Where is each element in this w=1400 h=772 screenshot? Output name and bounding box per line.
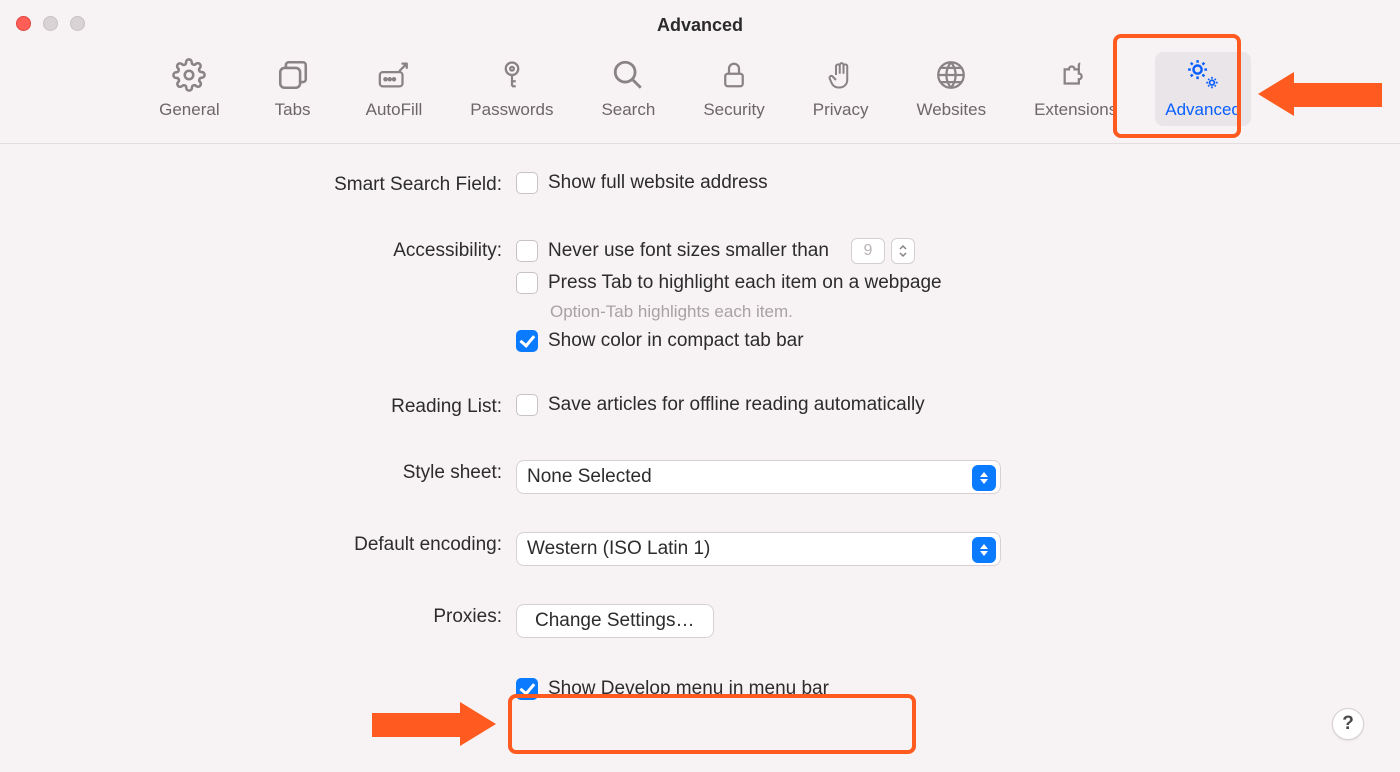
show-develop-menu-checkbox[interactable] <box>516 678 538 700</box>
autofill-icon <box>375 56 413 94</box>
help-icon: ? <box>1342 713 1354 735</box>
preferences-toolbar: General Tabs AutoFill Passwords Search S… <box>0 44 1400 144</box>
key-icon <box>493 56 531 94</box>
save-offline-checkbox[interactable] <box>516 394 538 416</box>
show-color-label: Show color in compact tab bar <box>548 330 804 352</box>
tab-search[interactable]: Search <box>591 52 665 126</box>
search-icon <box>609 56 647 94</box>
tab-label: General <box>159 100 219 120</box>
globe-icon <box>932 56 970 94</box>
tab-privacy[interactable]: Privacy <box>803 52 879 126</box>
tab-label: Advanced <box>1165 100 1241 120</box>
titlebar: Advanced <box>0 0 1400 44</box>
default-encoding-row: Default encoding: Western (ISO Latin 1) <box>0 532 1400 566</box>
tab-general[interactable]: General <box>149 52 229 126</box>
hand-icon <box>822 56 860 94</box>
accessibility-row: Accessibility: Never use font sizes smal… <box>0 238 1400 352</box>
tab-label: Extensions <box>1034 100 1117 120</box>
style-sheet-row: Style sheet: None Selected <box>0 460 1400 494</box>
maximize-window-button[interactable] <box>70 16 85 31</box>
gear-icon <box>170 56 208 94</box>
develop-spacer <box>0 674 516 676</box>
tab-label: Security <box>703 100 764 120</box>
reading-list-row: Reading List: Save articles for offline … <box>0 394 1400 418</box>
press-tab-label: Press Tab to highlight each item on a we… <box>548 272 942 294</box>
proxies-label: Proxies: <box>0 604 516 628</box>
help-button[interactable]: ? <box>1332 708 1364 740</box>
lock-icon <box>715 56 753 94</box>
show-full-address-checkbox[interactable] <box>516 172 538 194</box>
window-controls <box>16 16 85 31</box>
chevron-updown-icon <box>972 465 996 491</box>
accessibility-label: Accessibility: <box>0 238 516 262</box>
develop-row: Show Develop menu in menu bar <box>0 674 1400 704</box>
tab-advanced[interactable]: Advanced <box>1155 52 1251 126</box>
tab-tabs[interactable]: Tabs <box>258 52 328 126</box>
tab-label: AutoFill <box>366 100 423 120</box>
show-color-checkbox[interactable] <box>516 330 538 352</box>
proxies-row: Proxies: Change Settings… <box>0 604 1400 638</box>
annotation-arrow-develop <box>372 700 502 750</box>
tab-label: Search <box>601 100 655 120</box>
tab-label: Websites <box>916 100 986 120</box>
tab-label: Passwords <box>470 100 553 120</box>
close-window-button[interactable] <box>16 16 31 31</box>
tab-autofill[interactable]: AutoFill <box>356 52 433 126</box>
style-sheet-select[interactable]: None Selected <box>516 460 1001 494</box>
save-offline-label: Save articles for offline reading automa… <box>548 394 925 416</box>
tab-security[interactable]: Security <box>693 52 774 126</box>
press-tab-checkbox[interactable] <box>516 272 538 294</box>
default-encoding-value: Western (ISO Latin 1) <box>527 538 710 560</box>
smart-search-label: Smart Search Field: <box>0 172 516 196</box>
puzzle-icon <box>1057 56 1095 94</box>
tab-label: Privacy <box>813 100 869 120</box>
chevron-updown-icon[interactable] <box>891 238 915 264</box>
never-font-size-label: Never use font sizes smaller than <box>548 240 829 262</box>
window-title: Advanced <box>657 9 743 36</box>
tabs-icon <box>274 56 312 94</box>
tab-passwords[interactable]: Passwords <box>460 52 563 126</box>
smart-search-row: Smart Search Field: Show full website ad… <box>0 172 1400 196</box>
show-full-address-label: Show full website address <box>548 172 768 194</box>
chevron-updown-icon <box>972 537 996 563</box>
default-encoding-label: Default encoding: <box>0 532 516 556</box>
show-develop-menu-label: Show Develop menu in menu bar <box>548 678 829 700</box>
change-settings-label: Change Settings… <box>535 610 695 632</box>
advanced-pane: Smart Search Field: Show full website ad… <box>0 144 1400 704</box>
tab-extensions[interactable]: Extensions <box>1024 52 1127 126</box>
change-settings-button[interactable]: Change Settings… <box>516 604 714 638</box>
style-sheet-value: None Selected <box>527 466 652 488</box>
tab-websites[interactable]: Websites <box>906 52 996 126</box>
reading-list-label: Reading List: <box>0 394 516 418</box>
minimize-window-button[interactable] <box>43 16 58 31</box>
style-sheet-label: Style sheet: <box>0 460 516 484</box>
option-tab-helper: Option-Tab highlights each item. <box>550 302 942 322</box>
default-encoding-select[interactable]: Western (ISO Latin 1) <box>516 532 1001 566</box>
gears-icon <box>1184 56 1222 94</box>
never-font-size-checkbox[interactable] <box>516 240 538 262</box>
font-size-stepper[interactable]: 9 <box>851 238 915 264</box>
font-size-value: 9 <box>851 238 885 264</box>
tab-label: Tabs <box>275 100 311 120</box>
